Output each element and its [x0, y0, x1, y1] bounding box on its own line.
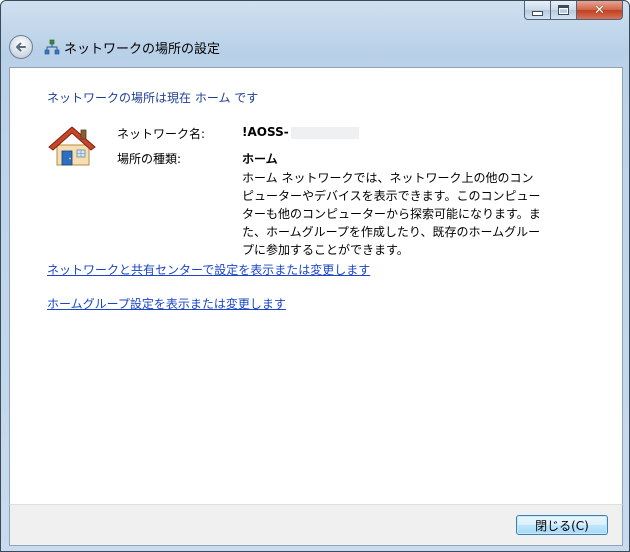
content-pane: ネットワークの場所は現在 ホーム です ネットワーク名: !AOSS- 場所の種…	[9, 67, 623, 505]
network-sharing-center-link[interactable]: ネットワークと共有センターで設定を表示または変更します	[47, 261, 370, 278]
close-window-button[interactable]: ✕	[577, 1, 623, 20]
window-title: ネットワークの場所の設定	[64, 41, 221, 57]
homegroup-settings-link[interactable]: ホームグループ設定を表示または変更します	[47, 295, 286, 312]
location-type-label: 場所の種類:	[117, 152, 182, 166]
back-arrow-icon	[16, 42, 26, 52]
redacted-block	[290, 126, 359, 139]
navigation-bar: ネットワークの場所の設定	[9, 33, 220, 61]
caption-buttons: ✕	[524, 1, 623, 20]
network-info: ネットワーク名: !AOSS- 場所の種類: ホーム	[117, 125, 359, 175]
close-button[interactable]: 閉じる(C)	[516, 515, 608, 535]
dialog-window: ✕ ネットワークの場所の設定 ネットワークの場所は現在 ホーム です ネットワー…	[0, 0, 630, 552]
network-name-value: !AOSS-	[242, 125, 359, 139]
close-icon: ✕	[594, 2, 605, 18]
house-icon	[48, 126, 96, 166]
dialog-footer: 閉じる(C)	[9, 504, 623, 546]
location-type-value: ホーム	[242, 152, 278, 166]
minimize-icon	[532, 10, 543, 16]
network-icon	[44, 39, 60, 55]
maximize-button[interactable]	[551, 1, 577, 20]
back-button[interactable]	[9, 35, 33, 59]
minimize-button[interactable]	[524, 1, 551, 20]
network-name-label: ネットワーク名:	[117, 127, 206, 141]
location-status-heading: ネットワークの場所は現在 ホーム です	[47, 91, 259, 105]
network-name-row: ネットワーク名: !AOSS-	[117, 125, 359, 150]
location-description: ホーム ネットワークでは、ネットワーク上の他のコンピューターやデバイスを表示でき…	[242, 171, 541, 257]
maximize-icon	[558, 5, 569, 15]
